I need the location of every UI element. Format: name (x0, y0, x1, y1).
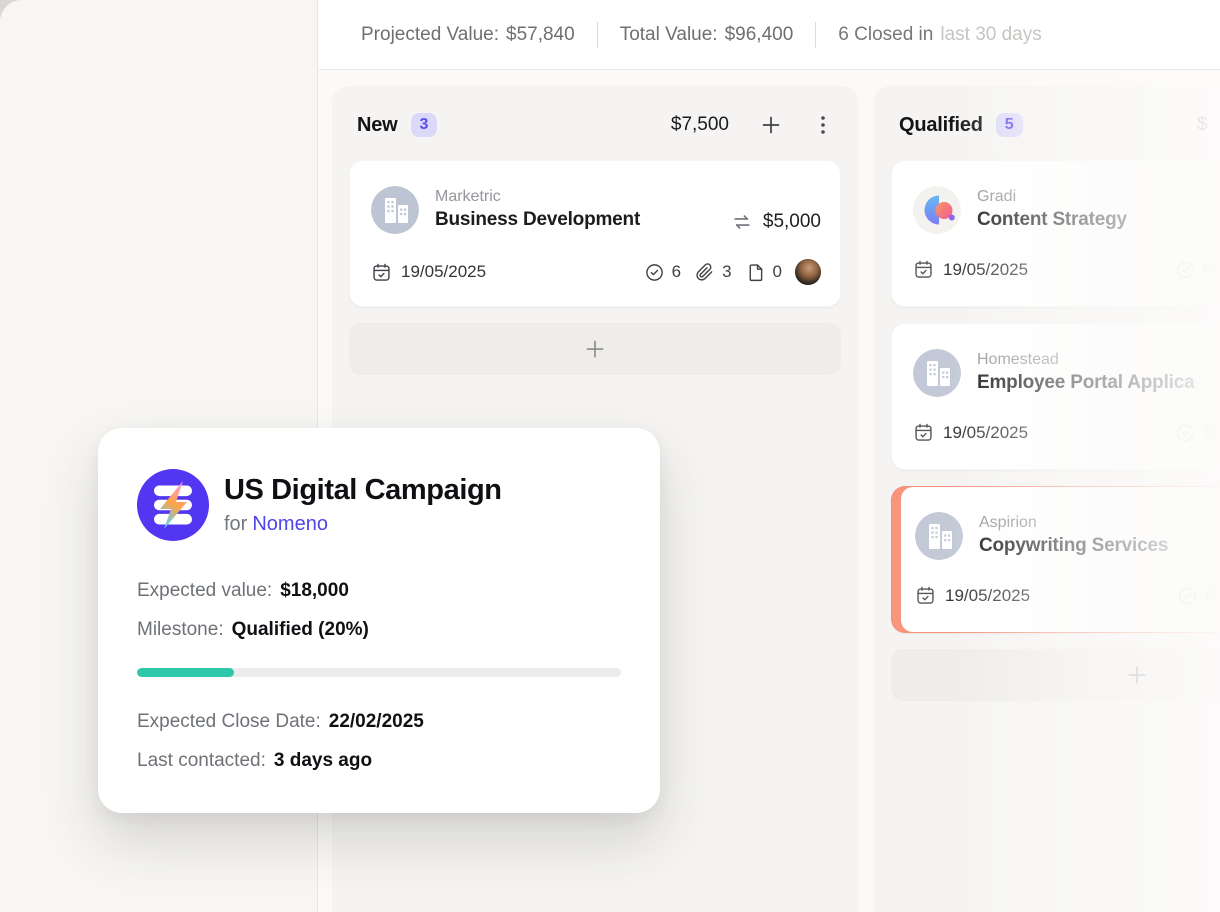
building-icon (913, 349, 961, 397)
tasks-stat: 6 (1175, 259, 1212, 280)
milestone-progress-fill (137, 668, 234, 677)
calendar-check-icon (915, 585, 936, 606)
deal-title: Copywriting Services (979, 533, 1168, 559)
total-value-label: Total Value: (620, 24, 718, 46)
deal-card-marketric[interactable]: Marketric Business Development $5,000 (349, 160, 841, 307)
deal-card-homestead[interactable]: Homestead Employee Portal Applica 19/05/… (891, 323, 1220, 470)
nomeno-logo-icon (137, 469, 209, 541)
plus-icon (582, 336, 608, 362)
company-name: Gradi (977, 187, 1127, 207)
popup-deal-title: US Digital Campaign (224, 474, 502, 507)
plus-icon (1124, 662, 1150, 688)
column-total-value: $ (1197, 114, 1220, 136)
column-count-badge: 5 (996, 113, 1023, 137)
projected-value-stat: Projected Value: $57,840 (361, 24, 575, 46)
deal-title: Content Strategy (977, 207, 1127, 233)
tasks-stat: 6 (1177, 585, 1214, 606)
closed-count-text: 6 Closed in (838, 24, 933, 46)
deal-title: Employee Portal Applica (977, 370, 1194, 396)
projected-value-amount: $57,840 (506, 24, 575, 46)
deal-date: 19/05/2025 (945, 586, 1030, 606)
expected-value-amount: $18,000 (280, 580, 349, 602)
last-contacted-label: Last contacted: (137, 750, 266, 772)
company-avatar (913, 186, 961, 234)
calendar-check-icon (913, 422, 934, 443)
building-icon (371, 186, 419, 234)
close-date-label: Expected Close Date: (137, 711, 321, 733)
deal-card-gradi[interactable]: Gradi Content Strategy 19/05/2025 (891, 160, 1220, 307)
tasks-count: 6 (1203, 423, 1212, 443)
column-qualified-header: Qualified 5 $ (899, 106, 1220, 144)
deal-date: 19/05/2025 (401, 262, 486, 282)
company-name: Marketric (435, 187, 640, 207)
for-label: for (224, 513, 247, 535)
close-date-value: 22/02/2025 (329, 711, 424, 733)
attachments-stat: 3 (694, 262, 731, 283)
assignee-avatar[interactable] (795, 259, 821, 285)
recurring-icon (731, 211, 753, 233)
check-circle-icon (1177, 585, 1198, 606)
gradi-logo-icon (913, 186, 961, 234)
check-circle-icon (1175, 259, 1196, 280)
total-value-amount: $96,400 (725, 24, 794, 46)
tasks-count: 6 (1205, 586, 1214, 606)
column-new-header: New 3 $7,500 (357, 106, 833, 144)
tasks-count: 6 (1203, 260, 1212, 280)
column-total-value: $7,500 (671, 114, 729, 136)
tasks-count: 6 (672, 262, 681, 282)
column-title: Qualified (899, 114, 983, 137)
check-circle-icon (644, 262, 665, 283)
add-card-button[interactable] (349, 323, 841, 375)
add-card-button[interactable] (891, 649, 1220, 701)
last-contacted-line: Last contacted: 3 days ago (137, 741, 621, 780)
check-circle-icon (1175, 422, 1196, 443)
column-title: New (357, 114, 398, 137)
tasks-stat: 6 (644, 262, 681, 283)
notes-count: 0 (773, 262, 782, 282)
column-menu-button[interactable] (813, 114, 833, 136)
plus-icon (759, 113, 783, 137)
milestone-label: Milestone: (137, 619, 224, 641)
deal-preview-popup: US Digital Campaign forNomeno Expected v… (98, 428, 660, 813)
deal-amount: $5,000 (763, 211, 821, 233)
deal-date: 19/05/2025 (943, 423, 1028, 443)
column-qualified: Qualified 5 $ (874, 86, 1220, 912)
company-avatar (913, 349, 961, 397)
paperclip-icon (694, 262, 715, 283)
total-value-stat: Total Value: $96,400 (620, 24, 794, 46)
pipeline-summary-bar: Projected Value: $57,840 Total Value: $9… (319, 0, 1220, 70)
client-link[interactable]: Nomeno (252, 513, 328, 535)
close-date-line: Expected Close Date: 22/02/2025 (137, 702, 621, 741)
expected-value-label: Expected value: (137, 580, 272, 602)
add-deal-button[interactable] (759, 113, 783, 137)
building-icon (915, 512, 963, 560)
deal-title: Business Development (435, 207, 640, 233)
divider (815, 22, 816, 48)
deal-date: 19/05/2025 (943, 260, 1028, 280)
crm-app-window: Projected Value: $57,840 Total Value: $9… (0, 0, 1220, 912)
expected-value-line: Expected value: $18,000 (137, 571, 621, 610)
deal-card-aspirion[interactable]: Aspirion Copywriting Services 19/05/2025 (891, 486, 1220, 633)
projected-value-label: Projected Value: (361, 24, 499, 46)
closed-deals-stat: 6 Closed in last 30 days (838, 24, 1041, 46)
column-count-badge: 3 (411, 113, 438, 137)
tasks-stat: 6 (1175, 422, 1212, 443)
file-icon (745, 262, 766, 283)
milestone-progress-bar (137, 668, 621, 677)
company-avatar (371, 186, 419, 234)
milestone-value: Qualified (20%) (232, 619, 369, 641)
calendar-check-icon (371, 262, 392, 283)
company-name: Homestead (977, 350, 1194, 370)
company-avatar (915, 512, 963, 560)
kebab-menu-icon (813, 114, 833, 136)
closed-period-text: last 30 days (940, 24, 1041, 46)
attachments-count: 3 (722, 262, 731, 282)
last-contacted-value: 3 days ago (274, 750, 372, 772)
milestone-line: Milestone: Qualified (20%) (137, 610, 621, 649)
company-name: Aspirion (979, 513, 1168, 533)
calendar-check-icon (913, 259, 934, 280)
divider (597, 22, 598, 48)
notes-stat: 0 (745, 262, 782, 283)
